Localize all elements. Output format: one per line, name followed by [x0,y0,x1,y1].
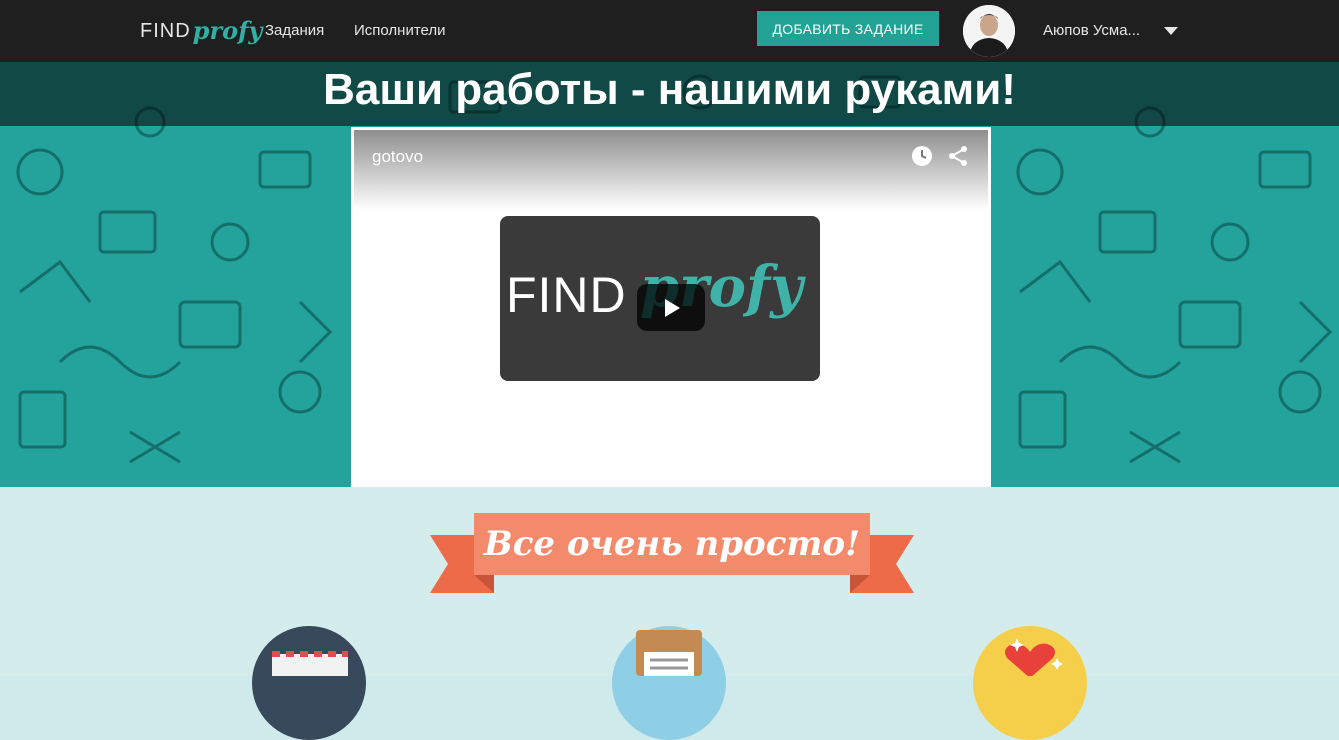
nav-link-tasks[interactable]: Задания [265,22,324,39]
logo-text-find: FIND [140,20,191,42]
ribbon-banner: Все очень просто! [430,513,914,603]
logo-text-profy: profy [192,16,263,45]
ribbon-title: Все очень просто! [474,513,870,575]
video-title[interactable]: gotovo [372,147,423,167]
site-logo[interactable]: FIND profy [140,14,262,48]
add-task-button[interactable]: ДОБАВИТЬ ЗАДАНИЕ [757,11,939,46]
envelope-icon [252,626,366,740]
user-name[interactable]: Аюпов Усма... [1043,22,1140,39]
play-icon[interactable] [637,284,705,331]
chevron-down-icon[interactable] [1164,27,1178,35]
clock-icon[interactable] [910,144,934,168]
video-player[interactable]: gotovo FIND profy [351,127,991,487]
avatar-photo-icon [963,5,1015,57]
hero-title: Ваши работы - нашими руками! [323,65,1016,114]
top-navbar: FIND profy Задания Исполнители ДОБАВИТЬ … [0,0,1339,62]
document-icon [612,626,726,740]
user-avatar[interactable] [963,5,1015,57]
share-icon[interactable] [946,144,970,168]
nav-link-performers[interactable]: Исполнители [354,22,446,39]
video-header-gradient [354,130,988,210]
video-thumbnail[interactable]: FIND profy [500,216,820,381]
thumb-logo-find: FIND [506,267,627,323]
heart-icon [973,626,1087,740]
